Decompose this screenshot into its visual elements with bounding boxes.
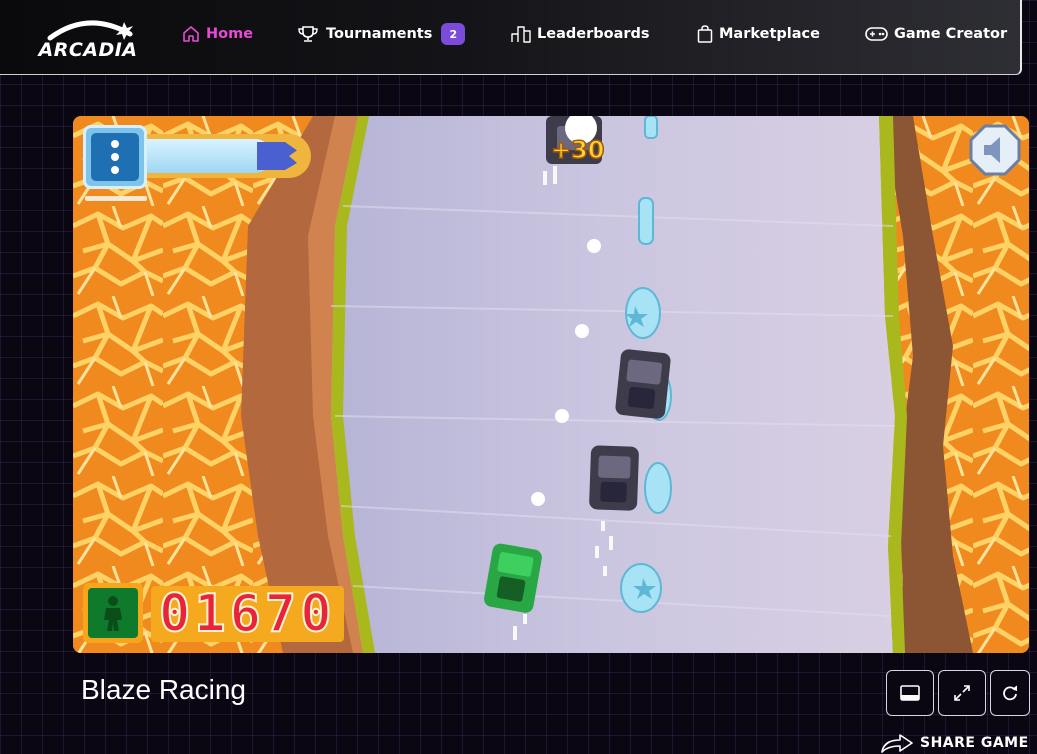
nav-item-home[interactable]: Home — [182, 22, 253, 46]
home-icon — [183, 26, 199, 42]
gamepad-icon — [865, 27, 888, 41]
tournaments-count-badge: 2 — [441, 23, 466, 45]
nav-item-marketplace[interactable]: Marketplace — [697, 22, 820, 46]
reload-icon — [1003, 685, 1017, 701]
game-title: Blaze Racing — [81, 674, 246, 705]
top-navigation-bar: ARCADIA Home Tournaments 2 Leaderboards … — [0, 0, 1022, 75]
fullscreen-button[interactable] — [938, 670, 986, 716]
game-menu-button[interactable] — [83, 125, 147, 189]
share-game-label: SHARE GAME — [920, 735, 1029, 751]
bonus-points-text: +30 — [551, 136, 605, 164]
game-canvas[interactable]: +30 01670 — [73, 116, 1029, 653]
nav-label-leaderboards: Leaderboards — [537, 26, 650, 42]
nav-label-game-creator: Game Creator — [894, 26, 1008, 42]
arcadia-logo[interactable]: ARCADIA — [32, 14, 144, 61]
expand-icon — [954, 685, 970, 701]
nav-label-marketplace: Marketplace — [719, 26, 820, 42]
sound-toggle-button[interactable] — [969, 124, 1021, 176]
nav-label-tournaments: Tournaments — [326, 26, 433, 42]
player-silhouette-icon — [88, 588, 138, 638]
theater-icon — [900, 685, 920, 701]
three-dots-icon — [91, 133, 139, 181]
nav-item-game-creator[interactable]: Game Creator — [865, 22, 1007, 46]
theater-mode-button[interactable] — [886, 670, 934, 716]
nav-item-tournaments[interactable]: Tournaments 2 — [296, 22, 466, 46]
boost-tip — [257, 142, 297, 170]
svg-text:ARCADIA: ARCADIA — [36, 39, 137, 60]
nav-item-leaderboards[interactable]: Leaderboards — [511, 22, 650, 46]
menu-underline — [85, 196, 147, 201]
nav-label-home: Home — [206, 26, 254, 42]
boost-meter-fill — [147, 139, 270, 173]
score-panel: 01670 — [151, 586, 344, 642]
podium-icon — [511, 26, 531, 43]
player-avatar-box — [83, 583, 143, 643]
trophy-icon — [298, 26, 318, 42]
boost-meter — [147, 134, 311, 178]
shopping-bag-icon — [697, 25, 713, 43]
score-counter: 01670 — [158, 584, 336, 644]
speaker-icon — [969, 124, 1021, 176]
restart-button[interactable] — [990, 670, 1030, 716]
